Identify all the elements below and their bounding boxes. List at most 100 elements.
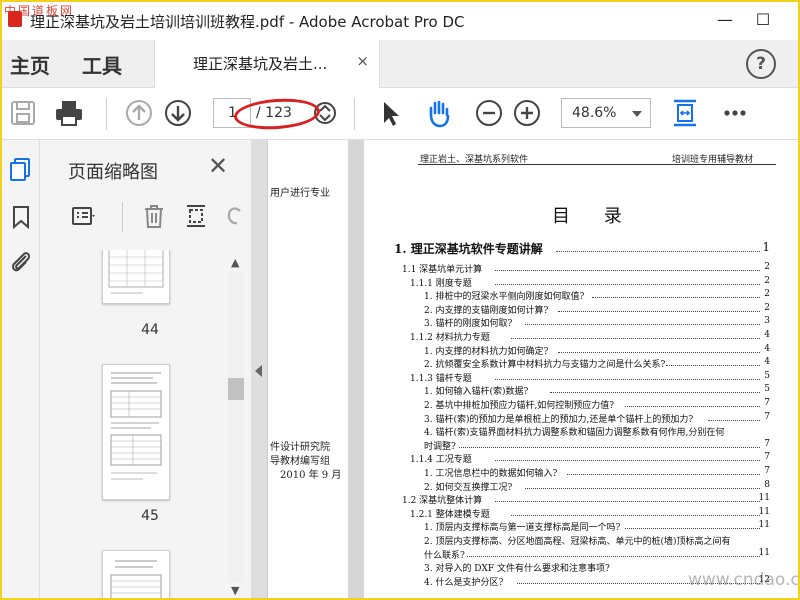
toc-entry[interactable]: 1.1 深基坑单元计算 2 bbox=[394, 262, 770, 276]
print-icon[interactable] bbox=[54, 98, 84, 128]
scrollbar-track[interactable] bbox=[228, 272, 244, 582]
toc-entry[interactable]: 2. 基坑中排桩加预应力锚杆,如何控制预应力值? 7 bbox=[394, 398, 770, 412]
panel-title: 页面缩略图 bbox=[68, 162, 158, 183]
page-thumbnails-icon[interactable] bbox=[8, 156, 34, 182]
next-page-icon[interactable] bbox=[163, 98, 193, 128]
save-icon[interactable] bbox=[8, 98, 38, 128]
toc-entry-text: 1. 工况信息栏中的数据如何输入? bbox=[424, 469, 558, 479]
toc-entry-text: 1. 排桩中的冠梁水平侧向刚度如何取值? bbox=[424, 292, 585, 303]
toc-leader-dots bbox=[566, 474, 760, 475]
toc-page-number: 5 bbox=[764, 384, 770, 395]
toc-entry-text: 1.1 深基坑单元计算 bbox=[402, 265, 483, 275]
toc-entry-text: 时调整? bbox=[424, 441, 456, 452]
toc-page-number: 4 bbox=[764, 343, 770, 354]
toc-entry-text: 1.1.3 锚杆专题 bbox=[410, 373, 472, 384]
toc-entry-text: 1.1.4 工况专题 bbox=[410, 455, 472, 466]
toc-entry[interactable]: 什么联系? 11 bbox=[394, 548, 770, 562]
toc-page-number: 4 bbox=[764, 330, 770, 340]
extract-pages-icon[interactable] bbox=[182, 202, 210, 230]
tab-document[interactable]: 理正深基坑及岩土... × bbox=[154, 40, 380, 88]
document-tab-label: 理正深基坑及岩土... bbox=[193, 55, 328, 73]
fit-page-icon[interactable] bbox=[670, 98, 700, 128]
page-thumbnail[interactable] bbox=[102, 364, 170, 500]
toc-page-number: 2 bbox=[764, 262, 770, 272]
toc-leader-dots bbox=[494, 378, 760, 380]
thumbnail-scrollbar[interactable]: ▲ ▼ bbox=[228, 254, 244, 598]
toc-title: 目 录 bbox=[552, 206, 636, 227]
page-thumbnail[interactable] bbox=[102, 250, 170, 304]
scrollbar-thumb[interactable] bbox=[228, 378, 244, 400]
tab-tools[interactable]: 工具 bbox=[82, 50, 122, 79]
attachment-icon[interactable] bbox=[8, 248, 34, 274]
rotate-page-icon[interactable] bbox=[220, 202, 248, 230]
zoom-value: 48.6% bbox=[572, 105, 617, 121]
zoom-out-icon[interactable] bbox=[474, 98, 504, 128]
more-options-icon[interactable] bbox=[720, 98, 750, 128]
toc-entry[interactable]: 2. 内支撑的支锚刚度如何计算? 2 bbox=[394, 303, 770, 317]
toc-page-number: 11 bbox=[758, 520, 770, 531]
toc-entry[interactable]: 4. 锚杆(索)支锚界面材料抗力调整系数和锚固力调整系数有何作用,分别在何 bbox=[394, 425, 770, 439]
toc-entry[interactable]: 2. 顶层内支撑标高、分区地面高程、冠梁标高、单元中的桩(墙)顶标高之间有 bbox=[394, 534, 770, 548]
document-view[interactable]: 用户进行专业 件设计研究院 导教材编写组 2010 年 9 月 理正岩土、深基坑… bbox=[268, 140, 798, 598]
toc-leader-dots bbox=[707, 419, 760, 421]
toc-entry[interactable]: 1. 工况信息栏中的数据如何输入? 7 bbox=[394, 466, 770, 480]
toc-entry[interactable]: 1. 理正深基坑软件专题讲解 1 bbox=[394, 240, 770, 262]
toc-page-number: 5 bbox=[764, 370, 770, 381]
toc-entry[interactable]: 1.1.4 工况专题 7 bbox=[394, 452, 770, 466]
toolbar: 1 / 123 48.6% bbox=[2, 88, 798, 140]
toc-entry[interactable]: 3. 锚杆的刚度如何取? 3 bbox=[394, 316, 770, 330]
toc-entry[interactable]: 2. 抗倾覆安全系数计算中材料抗力与支锚力之间是什么关系? 4 bbox=[394, 357, 770, 371]
zoom-dropdown[interactable]: 48.6% bbox=[561, 98, 651, 128]
close-icon[interactable]: ✕ bbox=[208, 152, 228, 180]
collapse-panel-icon[interactable] bbox=[255, 365, 262, 377]
toc-entry-text: 3. 对导入的 DXF 文件有什么要求和注意事项? bbox=[424, 564, 610, 575]
toc-entry[interactable]: 1.1.1 刚度专题 2 bbox=[394, 276, 770, 290]
close-tab-icon[interactable]: × bbox=[356, 52, 369, 70]
previous-page-icon[interactable] bbox=[124, 98, 154, 128]
toolbar-separator bbox=[106, 98, 107, 130]
toc-entry[interactable]: 1. 内支撑的材料抗力如何确定? 4 bbox=[394, 344, 770, 358]
toc-entry[interactable]: 1.2 深基坑整体计算 11 bbox=[394, 493, 770, 507]
tab-home[interactable]: 主页 bbox=[10, 50, 50, 79]
toc-leader-dots bbox=[624, 528, 760, 530]
toc-entry-text: 什么联系? bbox=[424, 550, 465, 561]
toc-entry[interactable]: 2. 如何交互换撑工况? 8 bbox=[394, 480, 770, 494]
prev-page-text: 导教材编写组 bbox=[270, 456, 330, 467]
prev-page-text: 2010 年 9 月 bbox=[280, 470, 342, 481]
toc-entry[interactable]: 1.2.1 整体建模专题 11 bbox=[394, 507, 770, 521]
help-icon[interactable]: ? bbox=[746, 49, 776, 79]
toc-leader-dots bbox=[511, 338, 760, 339]
toc-entry[interactable]: 3. 锚杆(索)的预加力是单根桩上的预加力,还是单个锚杆上的预加力? 7 bbox=[394, 412, 770, 426]
toc-leader-dots bbox=[494, 460, 760, 462]
toc-entry-text: 3. 锚杆的刚度如何取? bbox=[424, 319, 513, 330]
bookmark-icon[interactable] bbox=[8, 204, 34, 230]
toc-entry[interactable]: 1. 顶层内支撑标高与第一道支撑标高是同一个吗? 11 bbox=[394, 520, 770, 534]
maximize-button[interactable]: ☐ bbox=[752, 10, 774, 30]
zoom-in-icon[interactable] bbox=[512, 98, 542, 128]
toc-page-number: 2 bbox=[764, 289, 770, 300]
scroll-down-icon[interactable]: ▼ bbox=[231, 584, 239, 597]
scroll-up-icon[interactable]: ▲ bbox=[231, 256, 239, 269]
toc-entry[interactable]: 1. 排桩中的冠梁水平侧向刚度如何取值? 2 bbox=[394, 289, 770, 303]
toc-leader-dots bbox=[459, 446, 760, 448]
toc-entry[interactable]: 时调整? 7 bbox=[394, 439, 770, 453]
toc-entry[interactable]: 1.1.3 锚杆专题 5 bbox=[394, 371, 770, 385]
toc-entry-text: 4. 锚杆(索)支锚界面材料抗力调整系数和锚固力调整系数有何作用,分别在何 bbox=[424, 428, 725, 439]
toc-entry-text: 1.2 深基坑整体计算 bbox=[402, 496, 483, 507]
thumbnail-options-icon[interactable] bbox=[70, 202, 98, 230]
thumbnail-list: 44 45 bbox=[40, 250, 230, 598]
toc-page-number: 1 bbox=[762, 240, 770, 254]
page-thumbnail[interactable] bbox=[102, 550, 170, 598]
tab-bar: 主页 工具 理正深基坑及岩土... × ? bbox=[2, 40, 798, 88]
delete-page-icon[interactable] bbox=[140, 202, 168, 230]
minimize-button[interactable]: — bbox=[714, 10, 736, 30]
toc-entry-text: 2. 内支撑的支锚刚度如何计算? bbox=[424, 305, 549, 316]
toc-entry-text: 1.2.1 整体建模专题 bbox=[410, 509, 490, 520]
thumbnails-panel: 页面缩略图 ✕ 44 45 ▲ ▼ bbox=[40, 140, 252, 598]
toc-entry[interactable]: 1. 如何输入锚杆(索)数据? 5 bbox=[394, 384, 770, 398]
select-cursor-icon[interactable] bbox=[376, 98, 406, 128]
hand-tool-icon[interactable] bbox=[424, 98, 454, 128]
panel-splitter[interactable] bbox=[252, 140, 268, 598]
toc-leader-dots bbox=[591, 297, 760, 299]
toc-entry[interactable]: 1.1.2 材料抗力专题 4 bbox=[394, 330, 770, 344]
